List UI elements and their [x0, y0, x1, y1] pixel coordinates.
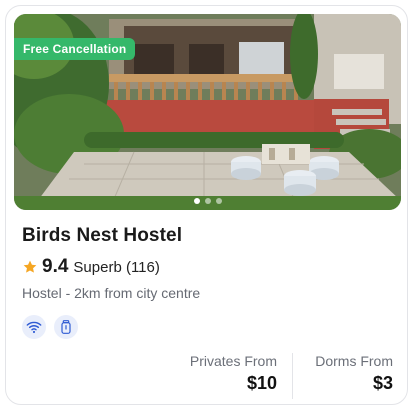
carousel-dot[interactable] [215, 198, 222, 204]
locker-facility [54, 315, 78, 339]
hostel-card[interactable]: Free Cancellation Birds Nest Hostel 9.4 … [5, 5, 408, 405]
rating-label: Superb (116) [73, 258, 160, 276]
price-divider [292, 353, 293, 399]
dorms-price[interactable]: Dorms From $3 [315, 353, 393, 394]
star-icon [23, 260, 37, 273]
dorms-value: $3 [372, 373, 393, 393]
carousel-dot[interactable] [204, 198, 211, 204]
hostel-photo[interactable]: Free Cancellation [14, 14, 401, 210]
facility-icons [22, 315, 78, 339]
wifi-icon [26, 321, 42, 334]
price-section: Privates From $10 Dorms From $3 [6, 353, 407, 399]
free-cancellation-badge: Free Cancellation [14, 38, 136, 60]
locker-icon [61, 320, 71, 334]
carousel-dot[interactable] [193, 198, 200, 204]
carousel-indicator [14, 198, 401, 204]
hostel-name[interactable]: Birds Nest Hostel [22, 225, 182, 247]
privates-label: Privates From [189, 353, 277, 369]
wifi-facility [22, 315, 46, 339]
privates-value: $10 [246, 373, 277, 393]
property-type-distance: Hostel - 2km from city centre [22, 285, 201, 301]
rating-score: 9.4 [42, 256, 69, 277]
rating: 9.4 Superb (116) [22, 256, 160, 278]
dorms-label: Dorms From [315, 353, 393, 369]
privates-price[interactable]: Privates From $10 [190, 353, 277, 394]
